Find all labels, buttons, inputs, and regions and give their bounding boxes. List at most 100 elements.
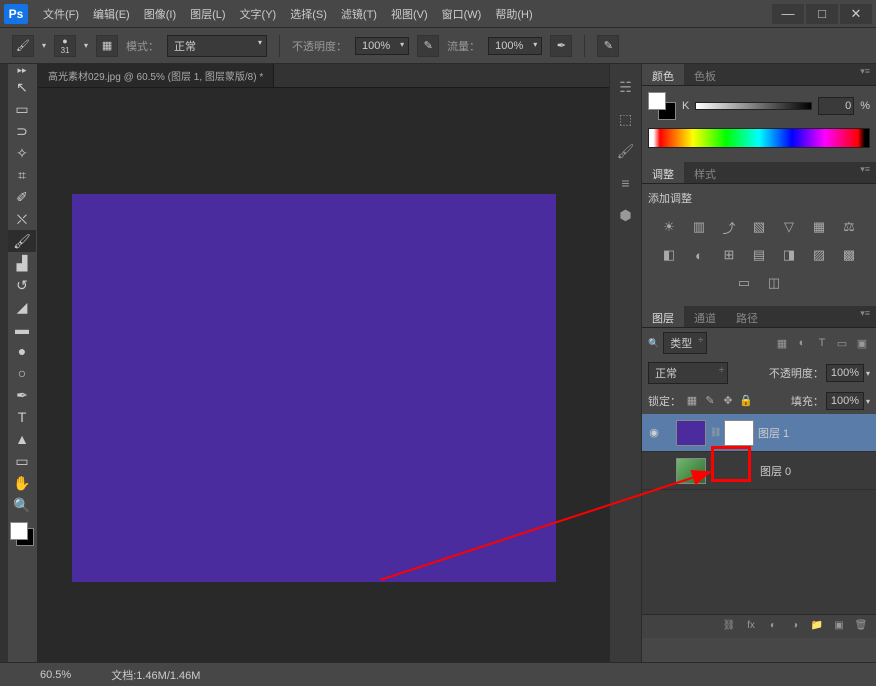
doc-size[interactable]: 文档:1.46M/1.46M <box>111 667 200 683</box>
lock-position-icon[interactable]: ✎ <box>703 394 717 408</box>
window-minimize[interactable]: — <box>772 4 804 24</box>
magic-wand-tool[interactable]: ✧ <box>8 142 36 164</box>
window-maximize[interactable]: □ <box>806 4 838 24</box>
tab-styles[interactable]: 样式 <box>684 162 726 183</box>
3d-panel-icon[interactable]: ⬢ <box>615 204 637 226</box>
layer-mask-thumbnail[interactable] <box>724 420 754 446</box>
layer-thumbnail[interactable] <box>676 458 706 484</box>
brush-presets-icon[interactable]: ≡ <box>615 172 637 194</box>
tab-color[interactable]: 颜色 <box>642 64 684 85</box>
brush-panel-toggle[interactable]: ▦ <box>96 35 118 57</box>
blend-mode-dropdown[interactable]: 正常 <box>167 35 267 57</box>
threshold-icon[interactable]: ▩ <box>839 246 859 264</box>
adjust-panel-menu[interactable]: ▾≡ <box>854 162 876 183</box>
path-selection-tool[interactable]: ▲ <box>8 428 36 450</box>
layers-panel-menu[interactable]: ▾≡ <box>854 306 876 327</box>
color-swatch-pair[interactable] <box>648 92 676 120</box>
add-mask-icon[interactable]: ◐ <box>766 620 780 634</box>
tab-paths[interactable]: 路径 <box>726 306 768 327</box>
color-panel-menu[interactable]: ▾≡ <box>854 64 876 85</box>
layer-fx-icon[interactable]: fx <box>744 620 758 634</box>
lock-pixels-icon[interactable]: ▦ <box>685 394 699 408</box>
layer-name[interactable]: 图层 0 <box>760 463 791 479</box>
k-value-input[interactable] <box>818 97 854 115</box>
gradient-map-icon[interactable]: ▭ <box>734 274 754 292</box>
selective-color-icon[interactable]: ◫ <box>764 274 784 292</box>
marquee-tool[interactable]: ▭ <box>8 98 36 120</box>
menu-type[interactable]: 文字(Y) <box>233 2 284 26</box>
pressure-opacity-icon[interactable]: ✎ <box>417 35 439 57</box>
filter-pixel-icon[interactable]: ▦ <box>774 335 790 351</box>
history-panel-icon[interactable]: ☵ <box>615 76 637 98</box>
filter-kind-dropdown[interactable]: 类型 <box>663 332 707 354</box>
opacity-value[interactable]: 100% <box>355 37 409 55</box>
menu-view[interactable]: 视图(V) <box>384 2 435 26</box>
zoom-level[interactable]: 60.5% <box>40 669 71 681</box>
shape-tool[interactable]: ▭ <box>8 450 36 472</box>
posterize-icon[interactable]: ▨ <box>809 246 829 264</box>
invert-icon[interactable]: ◨ <box>779 246 799 264</box>
zoom-tool[interactable]: 🔍 <box>8 494 36 516</box>
type-tool[interactable]: T <box>8 406 36 428</box>
flow-value[interactable]: 100% <box>488 37 542 55</box>
clone-stamp-tool[interactable]: ▟ <box>8 252 36 274</box>
history-brush-tool[interactable]: ↺ <box>8 274 36 296</box>
pressure-size-icon[interactable]: ✎ <box>597 35 619 57</box>
healing-brush-tool[interactable]: ⛌ <box>8 208 36 230</box>
gradient-tool[interactable]: ▬ <box>8 318 36 340</box>
foreground-color-swatch[interactable] <box>10 522 28 540</box>
tab-adjustments[interactable]: 调整 <box>642 162 684 183</box>
eraser-tool[interactable]: ◢ <box>8 296 36 318</box>
curves-icon[interactable]: ⤴ <box>719 218 739 236</box>
layer-row[interactable]: ◉ ⛓ 图层 1 <box>642 414 876 452</box>
photo-filter-icon[interactable]: ◐ <box>689 246 709 264</box>
tab-layers[interactable]: 图层 <box>642 306 684 327</box>
fill-value[interactable]: 100% <box>826 392 864 410</box>
filter-shape-icon[interactable]: ▭ <box>834 335 850 351</box>
menu-window[interactable]: 窗口(W) <box>435 2 489 26</box>
blur-tool[interactable]: ● <box>8 340 36 362</box>
k-slider[interactable] <box>695 102 812 110</box>
brush-tool[interactable]: 🖌 <box>8 230 36 252</box>
tab-channels[interactable]: 通道 <box>684 306 726 327</box>
levels-icon[interactable]: ▥ <box>689 218 709 236</box>
brightness-icon[interactable]: ☀ <box>659 218 679 236</box>
new-layer-icon[interactable]: ▣ <box>832 620 846 634</box>
menu-select[interactable]: 选择(S) <box>283 2 334 26</box>
airbrush-icon[interactable]: ✒ <box>550 35 572 57</box>
pen-tool[interactable]: ✒ <box>8 384 36 406</box>
move-tool[interactable]: ↖ <box>8 76 36 98</box>
new-group-icon[interactable]: 📁 <box>810 620 824 634</box>
lock-all-icon[interactable]: 🔒 <box>739 394 753 408</box>
filter-adjust-icon[interactable]: ◐ <box>794 335 810 351</box>
menu-filter[interactable]: 滤镜(T) <box>334 2 384 26</box>
tool-preset-icon[interactable]: 🖌 <box>12 35 34 57</box>
menu-image[interactable]: 图像(I) <box>137 2 183 26</box>
crop-tool[interactable]: ⌗ <box>8 164 36 186</box>
mask-link-icon[interactable]: ⛓ <box>710 427 720 438</box>
document-tab[interactable]: 高光素材029.jpg @ 60.5% (图层 1, 图层蒙版/8) * <box>38 64 274 87</box>
color-spectrum[interactable] <box>648 128 870 148</box>
filter-type-icon[interactable]: T <box>814 335 830 351</box>
lock-move-icon[interactable]: ✥ <box>721 394 735 408</box>
menu-help[interactable]: 帮助(H) <box>488 2 539 26</box>
delete-layer-icon[interactable]: 🗑 <box>854 620 868 634</box>
color-swatches[interactable] <box>8 520 36 548</box>
menu-layer[interactable]: 图层(L) <box>183 2 232 26</box>
bw-icon[interactable]: ◧ <box>659 246 679 264</box>
channel-mixer-icon[interactable]: ⊞ <box>719 246 739 264</box>
collapse-toolbar[interactable]: ▸▸ <box>8 64 36 76</box>
new-adjust-icon[interactable]: ◑ <box>788 620 802 634</box>
hue-sat-icon[interactable]: ▦ <box>809 218 829 236</box>
layer-thumbnail[interactable] <box>676 420 706 446</box>
menu-edit[interactable]: 编辑(E) <box>86 2 137 26</box>
window-close[interactable]: ✕ <box>840 4 872 24</box>
menu-file[interactable]: 文件(F) <box>36 2 86 26</box>
filter-smart-icon[interactable]: ▣ <box>854 335 870 351</box>
layer-opacity-value[interactable]: 100% <box>826 364 864 382</box>
layer-row[interactable]: 图层 0 <box>642 452 876 490</box>
layer-blend-mode[interactable]: 正常 <box>648 362 728 384</box>
lasso-tool[interactable]: ⊃ <box>8 120 36 142</box>
canvas[interactable] <box>72 194 556 582</box>
color-balance-icon[interactable]: ⚖ <box>839 218 859 236</box>
